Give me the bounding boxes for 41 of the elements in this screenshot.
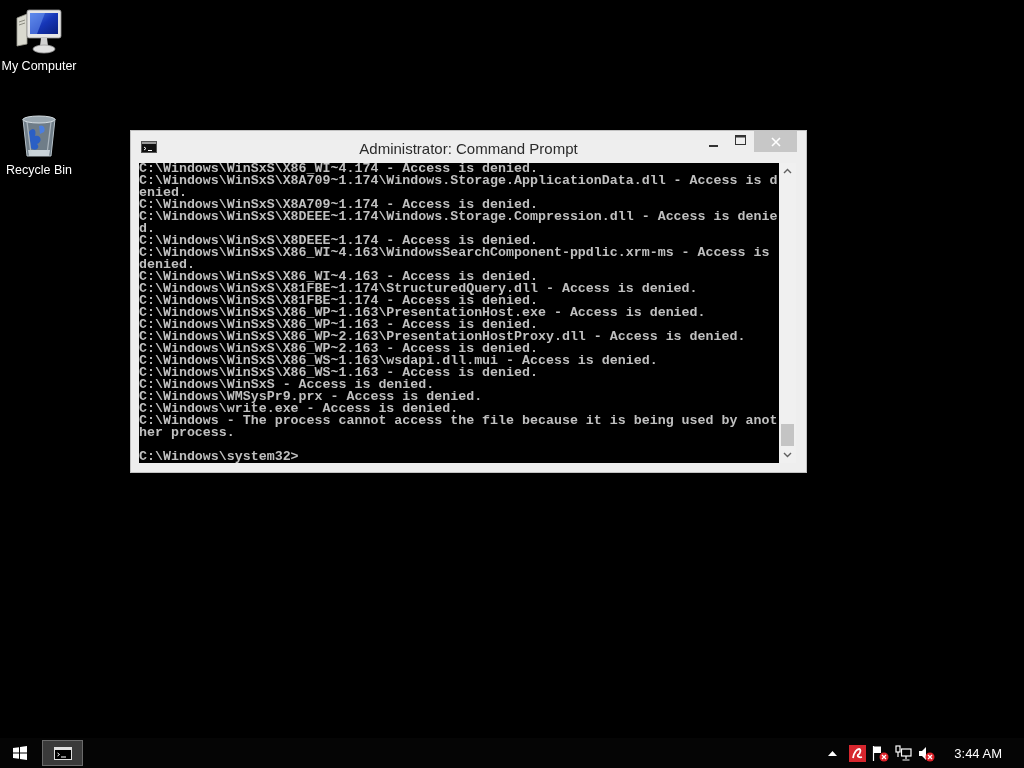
console-line: d. bbox=[139, 223, 155, 235]
console-line: C:\Windows\WinSxS\X81FBE~1.174\StructuredQuery.dll - Access is denied. bbox=[139, 283, 698, 295]
network-icon[interactable] bbox=[895, 744, 913, 762]
console-line: C:\Windows\WinSxS\X86_WP~2.163 - Access is denied. bbox=[139, 343, 538, 355]
console-line: C:\Windows\WinSxS\X86_WP~2.163\PresentationHostProxy.dll - Access is denied. bbox=[139, 331, 746, 343]
desktop-icon-label[interactable]: My Computer bbox=[1, 59, 77, 74]
console-line: C:\Windows\WinSxS\X8DEEE~1.174\Windows.Storage.Compression.dll - Access is denie bbox=[139, 211, 778, 223]
console-line: C:\Windows\WinSxS\X86_WS~1.163\wsdapi.dll.mui - Access is denied. bbox=[139, 355, 658, 367]
taskbar-button[interactable] bbox=[42, 740, 83, 766]
desktop-icon-label[interactable]: Recycle Bin bbox=[6, 163, 72, 178]
scrollbar-thumb[interactable] bbox=[781, 424, 794, 446]
console-line: denied. bbox=[139, 259, 195, 271]
console-line: C:\Windows\write.exe - Access is denied. bbox=[139, 403, 459, 415]
window-title: Administrator: Command Prompt bbox=[359, 138, 578, 157]
console-line: enied. bbox=[139, 187, 187, 199]
windows-logo-icon[interactable] bbox=[13, 746, 27, 760]
console-line: C:\Windows\WMSysPr9.prx - Access is denied. bbox=[139, 391, 483, 403]
clock-time[interactable]: 3:44 AM bbox=[954, 745, 1002, 761]
close-icon bbox=[770, 136, 781, 147]
console-line: C:\Windows - The process cannot access the file because it is being used by anot bbox=[139, 415, 778, 427]
flag-error-icon[interactable] bbox=[872, 744, 890, 762]
computer-icon[interactable] bbox=[15, 8, 63, 56]
minimize-icon bbox=[709, 144, 718, 147]
app-logo-icon[interactable] bbox=[849, 744, 867, 762]
maximize-icon bbox=[735, 134, 746, 145]
console-line: C:\Windows\WinSxS\X86_WS~1.163 - Access is denied. bbox=[139, 367, 538, 379]
console-line: C:\Windows\WinSxS\X86_WI~4.174 - Access is denied. bbox=[139, 163, 538, 175]
console-line: C:\Windows\WinSxS\X86_WI~4.163\WindowsSearchComponent-ppdlic.xrm-ms - Access is bbox=[139, 247, 770, 259]
console-line: C:\Windows\WinSxS\X8A709~1.174\Windows.Storage.ApplicationData.dll - Access is d bbox=[139, 175, 778, 187]
console-line: C:\Windows\WinSxS\X8DEEE~1.174 - Access is denied. bbox=[139, 235, 538, 247]
command-prompt-line[interactable]: C:\Windows\system32> bbox=[139, 451, 299, 463]
console-line: C:\Windows\WinSxS\X86_WI~4.163 - Access is denied. bbox=[139, 271, 538, 283]
console-icon[interactable] bbox=[141, 141, 157, 153]
console-line: her process. bbox=[139, 427, 235, 439]
caret-icon[interactable] bbox=[828, 750, 838, 756]
console-line: C:\Windows\WinSxS\X8A709~1.174 - Access is denied. bbox=[139, 199, 538, 211]
console-line: C:\Windows\WinSxS\X81FBE~1.174 - Access is denied. bbox=[139, 295, 538, 307]
console-icon bbox=[53, 746, 72, 760]
console-line: C:\Windows\WinSxS\X86_WP~1.163 - Access is denied. bbox=[139, 319, 538, 331]
console-line: C:\Windows\WinSxS\X86_WP~1.163\PresentationHost.exe - Access is denied. bbox=[139, 307, 706, 319]
console-line: C:\Windows\WinSxS - Access is denied. bbox=[139, 379, 435, 391]
